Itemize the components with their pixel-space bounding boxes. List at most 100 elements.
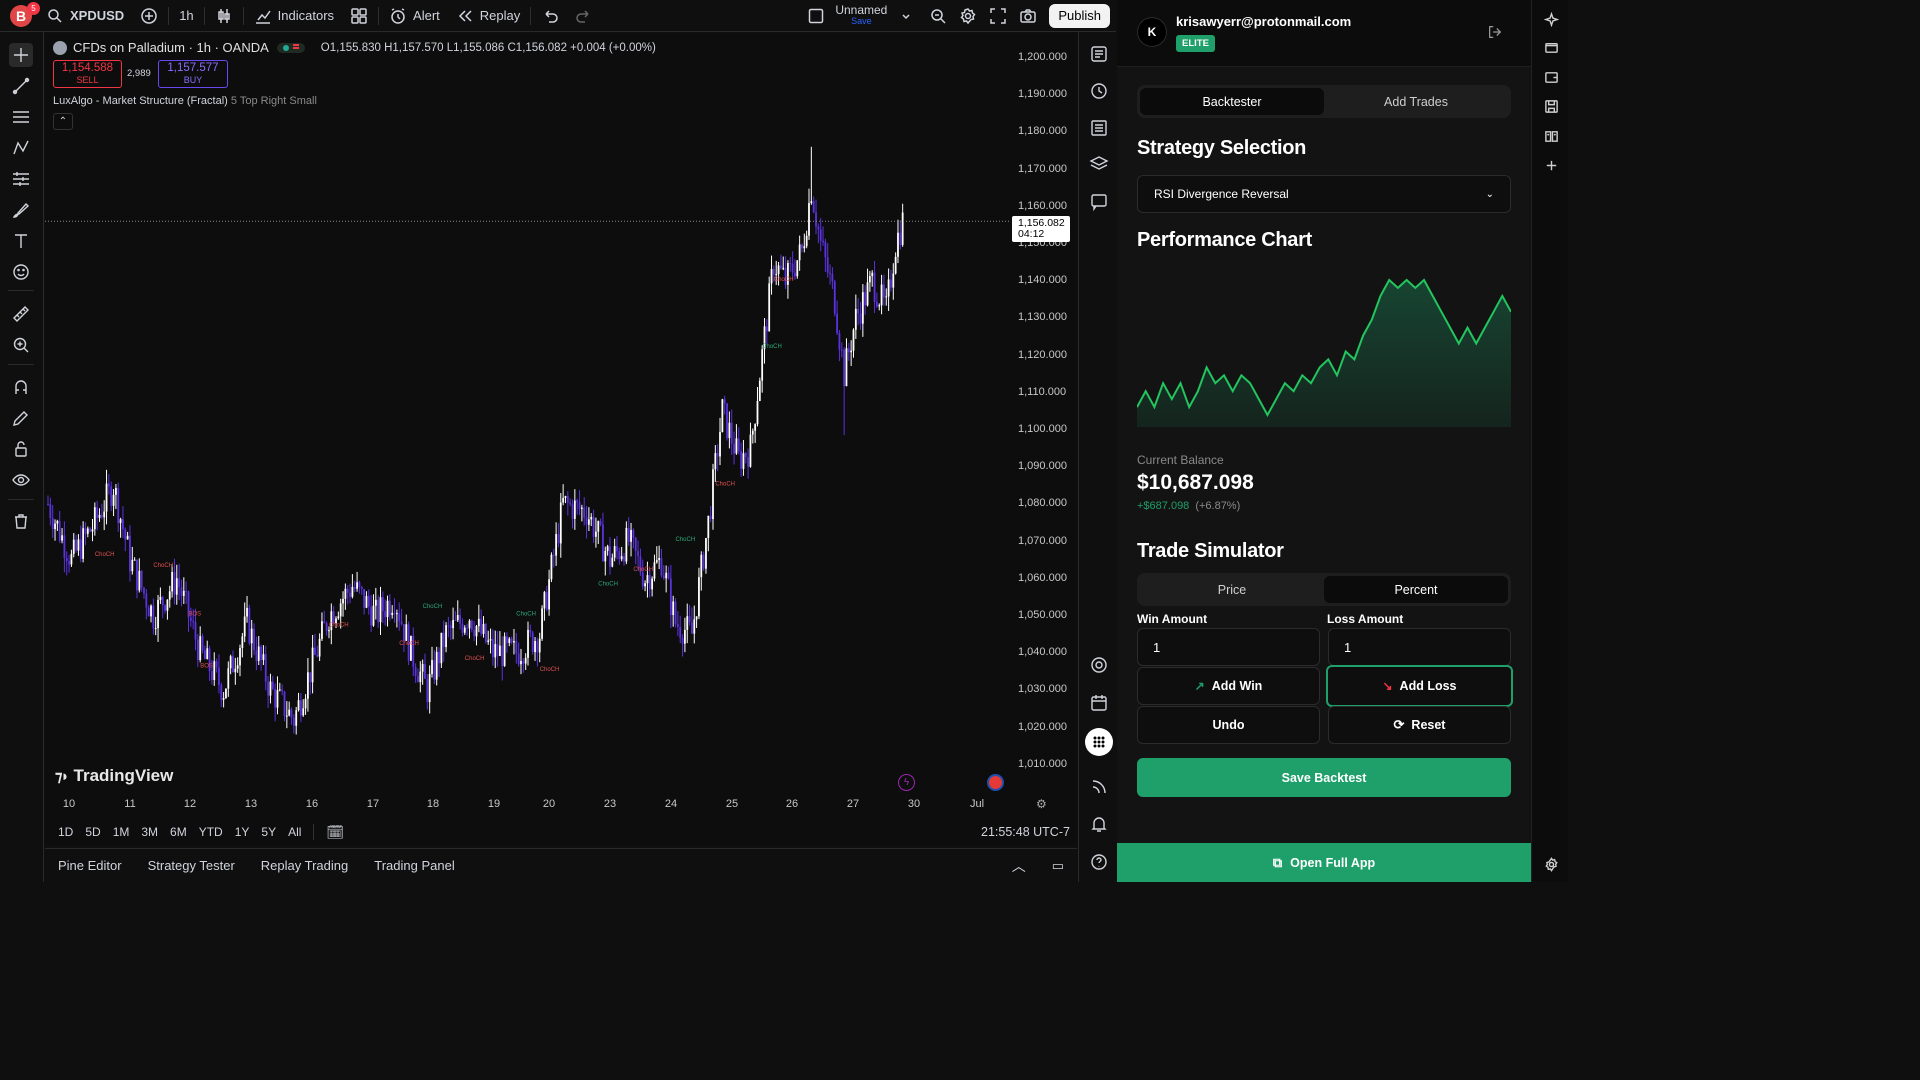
range-5y[interactable]: 5Y: [255, 825, 282, 839]
range-1d[interactable]: 1D: [45, 825, 79, 839]
publish-button[interactable]: Publish: [1049, 3, 1110, 28]
emoji-tool[interactable]: [9, 260, 33, 284]
snapshot-button[interactable]: [1013, 0, 1043, 32]
watchlist-button[interactable]: [1087, 42, 1111, 66]
indicators-button[interactable]: Indicators: [246, 0, 342, 32]
remove-drawings-tool[interactable]: [9, 509, 33, 533]
compare-symbol-button[interactable]: [132, 0, 166, 32]
lock-tool[interactable]: [9, 437, 33, 461]
interval-button[interactable]: 1h: [171, 0, 201, 32]
save-backtest-button[interactable]: Save Backtest: [1137, 758, 1511, 797]
alert-button[interactable]: Alert: [381, 0, 448, 32]
calendar-button[interactable]: [1087, 691, 1111, 715]
candle-body: [754, 424, 757, 431]
replay-button[interactable]: Replay: [448, 0, 528, 32]
chart-pane[interactable]: ChoCH ChoCH BOS BOS ChoCH ChoCH ChoCH ChoCH ChoC…: [45, 33, 1077, 845]
visibility-tool[interactable]: [9, 468, 33, 492]
add-win-button[interactable]: ↗ Add Win: [1137, 667, 1320, 705]
symbol-legend[interactable]: CFDs on Palladium · 1h · OANDA O1,155.83…: [53, 40, 656, 55]
object-tree-button[interactable]: [1087, 116, 1111, 140]
strategy-select[interactable]: RSI Divergence Reversal ⌄: [1137, 175, 1511, 213]
measure-tool[interactable]: [9, 302, 33, 326]
collapse-legend-button[interactable]: ⌃: [53, 113, 73, 130]
hotlists-button[interactable]: [1087, 653, 1111, 677]
fib-tool[interactable]: [9, 105, 33, 129]
structure-label: ChoCH: [762, 344, 782, 350]
extension-settings-button[interactable]: [1541, 854, 1561, 874]
axis-settings-icon[interactable]: ⚙: [1036, 797, 1047, 811]
alarm-clock-icon: [389, 7, 407, 25]
tab-price[interactable]: Price: [1140, 576, 1324, 603]
market-status[interactable]: [276, 42, 305, 53]
add-loss-button[interactable]: ↘ Add Loss: [1326, 665, 1513, 707]
zoom-tool[interactable]: [9, 333, 33, 357]
stay-drawing-tool[interactable]: [9, 406, 33, 430]
symbol-search[interactable]: XPDUSD: [38, 0, 132, 32]
goto-date-icon[interactable]: 🗓: [320, 824, 350, 841]
tab-strategy-tester[interactable]: Strategy Tester: [135, 858, 248, 873]
extension-sparkle-button[interactable]: [1541, 9, 1561, 29]
fullscreen-button[interactable]: [983, 0, 1013, 32]
tab-replay-trading[interactable]: Replay Trading: [248, 858, 361, 873]
extension-save-button[interactable]: [1541, 96, 1561, 116]
undo-button[interactable]: [533, 0, 567, 32]
crosshair-tool[interactable]: [9, 43, 33, 67]
tab-percent[interactable]: Percent: [1324, 576, 1508, 603]
brush-tool[interactable]: [9, 198, 33, 222]
indicator-legend[interactable]: LuxAlgo - Market Structure (Fractal) 5 T…: [53, 95, 317, 107]
range-3m[interactable]: 3M: [135, 825, 164, 839]
sell-button[interactable]: 1,154.588 SELL: [53, 60, 122, 88]
layers-button[interactable]: [1087, 152, 1111, 176]
collapse-panel-icon[interactable]: ︿: [999, 856, 1039, 876]
loss-amount-input[interactable]: 1: [1328, 628, 1511, 666]
tab-add-trades[interactable]: Add Trades: [1324, 88, 1508, 115]
help-button[interactable]: [1087, 850, 1111, 874]
range-1m[interactable]: 1M: [107, 825, 136, 839]
layout-menu[interactable]: Unnamed Save: [799, 0, 923, 32]
redo-button[interactable]: [567, 0, 601, 32]
pattern-tool[interactable]: [9, 136, 33, 160]
apps-grid-button[interactable]: [1085, 728, 1113, 756]
extension-book-button[interactable]: [1541, 126, 1561, 146]
templates-button[interactable]: [342, 0, 376, 32]
tab-trading-panel[interactable]: Trading Panel: [361, 858, 467, 873]
tab-backtester[interactable]: Backtester: [1140, 88, 1324, 115]
range-ytd[interactable]: YTD: [193, 825, 229, 839]
settings-button[interactable]: [953, 0, 983, 32]
ideas-stream-button[interactable]: [1087, 775, 1111, 799]
range-6m[interactable]: 6M: [164, 825, 193, 839]
text-tool[interactable]: [9, 229, 33, 253]
reset-button[interactable]: ⟳ Reset: [1328, 706, 1511, 744]
extension-add-button[interactable]: [1541, 155, 1561, 175]
candle-body: [377, 599, 380, 623]
notifications-button[interactable]: [1087, 812, 1111, 836]
buy-price: 1,157.577: [167, 62, 219, 74]
candle-body: [351, 586, 354, 597]
range-all[interactable]: All: [282, 825, 307, 839]
chats-button[interactable]: [1087, 190, 1111, 214]
maximize-panel-icon[interactable]: ▭: [1039, 858, 1077, 874]
candle-body: [438, 651, 440, 664]
extension-folder-button[interactable]: [1541, 37, 1561, 57]
logout-button[interactable]: [1487, 24, 1505, 42]
us-flag-event-icon[interactable]: [987, 774, 1004, 791]
extension-wallet-button[interactable]: [1541, 67, 1561, 87]
open-full-app-button[interactable]: ⧉ Open Full App: [1117, 843, 1531, 882]
chart-type-button[interactable]: [207, 0, 241, 32]
win-amount-input[interactable]: 1: [1137, 628, 1320, 666]
rss-icon: [1092, 780, 1106, 794]
alerts-button[interactable]: [1087, 79, 1111, 103]
undo-trade-button[interactable]: Undo: [1137, 706, 1320, 744]
timezone-clock[interactable]: 21:55:48 UTC-7: [981, 825, 1070, 839]
buy-button[interactable]: 1,157.577 BUY: [158, 60, 228, 88]
forecast-tool[interactable]: [9, 167, 33, 191]
tab-pine-editor[interactable]: Pine Editor: [45, 858, 135, 873]
lightning-event-icon[interactable]: ϟ: [898, 774, 915, 791]
last-price-label: 1,156.082 04:12: [1012, 216, 1070, 242]
magnet-tool[interactable]: [9, 375, 33, 399]
quick-search-button[interactable]: [923, 0, 953, 32]
user-avatar[interactable]: B 5: [0, 0, 40, 32]
range-1y[interactable]: 1Y: [229, 825, 256, 839]
range-5d[interactable]: 5D: [79, 825, 106, 839]
trendline-tool[interactable]: [9, 74, 33, 98]
